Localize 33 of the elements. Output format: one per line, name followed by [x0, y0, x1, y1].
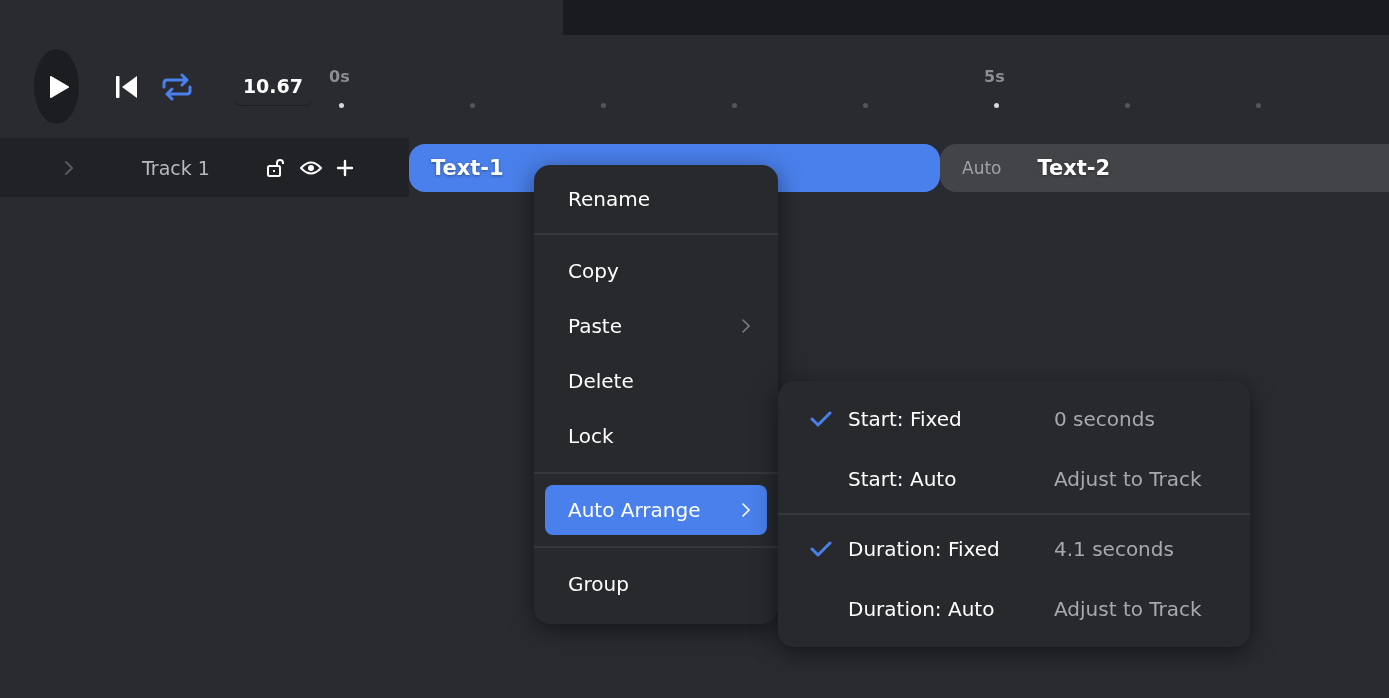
option-value: 0 seconds [1054, 407, 1155, 431]
checkmark-icon [810, 541, 832, 557]
menu-item[interactable]: Delete [545, 356, 767, 406]
menu-item[interactable]: Paste [545, 301, 767, 351]
clip-name: Text-2 [1037, 155, 1111, 180]
time-label: 5s [984, 67, 1005, 86]
menu-item[interactable]: Auto Arrange [545, 485, 767, 535]
menu-item[interactable]: Rename [545, 174, 767, 224]
padlock-icon[interactable] [266, 157, 286, 178]
chevron-icon [741, 502, 751, 518]
option-value: 4.1 seconds [1054, 537, 1174, 561]
menu-item[interactable]: Duration: Fixed [848, 537, 1054, 561]
option-value: Adjust to Track [1054, 597, 1202, 621]
clip[interactable]: Auto Text-2 [940, 143, 1389, 192]
skip-to-start-icon [114, 74, 139, 99]
track-name: Track 1 [142, 156, 211, 179]
option-value: Adjust to Track [1054, 467, 1202, 491]
eye-icon[interactable] [300, 159, 322, 176]
menu-item[interactable]: Start: Fixed [848, 407, 1054, 431]
clip-tag: Auto [962, 157, 1002, 178]
checkmark-icon [810, 411, 832, 427]
plus-icon[interactable] [336, 158, 354, 177]
skip-to-start-button[interactable] [114, 74, 139, 99]
menu-item[interactable]: Duration: Auto [848, 597, 1054, 621]
clip-name: Text-1 [431, 155, 504, 180]
menu-item[interactable]: Group [545, 559, 767, 609]
menu-item[interactable]: Start: Auto [848, 467, 1054, 491]
time-display: 10.67 [232, 67, 313, 106]
menu-item[interactable]: Lock [545, 411, 767, 461]
menu-item[interactable]: Copy [545, 246, 767, 296]
loop-button[interactable] [160, 72, 193, 101]
chevron-icon [741, 318, 751, 334]
time-label: 0s [329, 67, 350, 86]
